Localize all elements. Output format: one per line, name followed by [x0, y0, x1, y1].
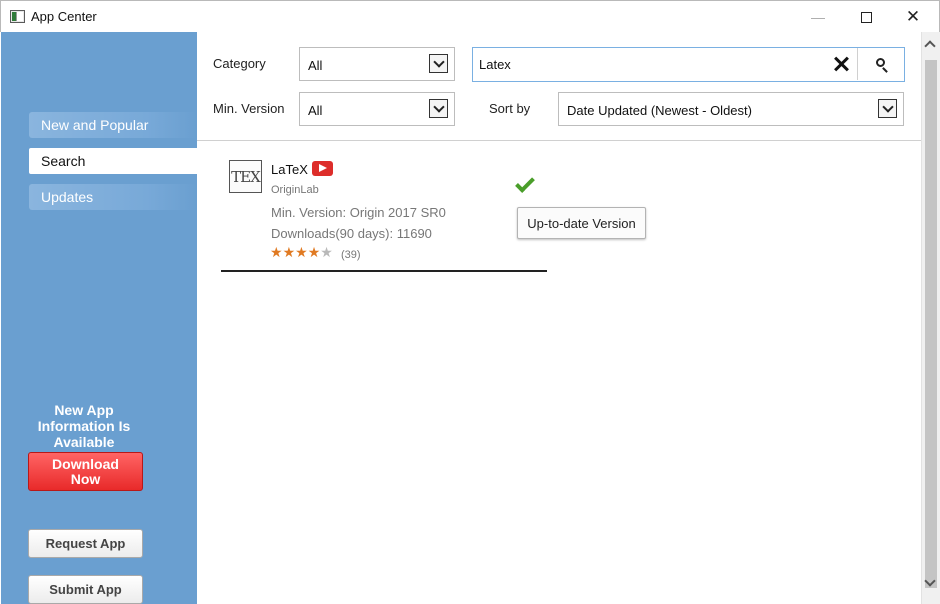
window-title: App Center [31, 9, 97, 24]
app-min-version: Min. Version: Origin 2017 SR0 [271, 205, 446, 220]
app-downloads: Downloads(90 days): 11690 [271, 226, 432, 241]
star-icon: ★ [307, 244, 321, 260]
maximize-button[interactable] [843, 1, 889, 33]
chevron-down-icon[interactable] [429, 99, 448, 118]
chevron-down-icon[interactable] [878, 99, 897, 118]
search-input[interactable] [479, 57, 819, 72]
star-icon: ★ [282, 244, 296, 260]
app-logo[interactable]: TEX [229, 160, 262, 193]
sidebar: New and Popular Search Updates New App I… [1, 32, 197, 604]
sidebar-item-updates[interactable]: Updates [29, 184, 197, 210]
minimize-button[interactable]: — [795, 1, 841, 33]
search-button[interactable] [857, 48, 903, 80]
chevron-down-icon[interactable] [429, 54, 448, 73]
min-version-label: Min. Version [213, 101, 285, 116]
star-icon: ★ [270, 244, 283, 260]
category-label: Category [213, 56, 266, 71]
min-version-select[interactable]: All [299, 92, 455, 126]
clear-icon[interactable] [831, 54, 851, 74]
search-box [472, 47, 905, 82]
sort-by-select[interactable]: Date Updated (Newest - Oldest) [558, 92, 904, 126]
sidebar-item-search[interactable]: Search [29, 148, 197, 174]
app-center-icon [10, 10, 25, 23]
up-to-date-button[interactable]: Up-to-date Version [517, 207, 646, 239]
request-app-button[interactable]: Request App [28, 529, 143, 558]
category-value: All [308, 58, 323, 73]
min-version-value: All [308, 103, 323, 118]
item-divider [221, 270, 547, 272]
close-button[interactable]: ✕ [890, 1, 936, 33]
scroll-up-icon[interactable] [924, 40, 936, 52]
sort-by-label: Sort by [489, 101, 531, 116]
sort-by-value: Date Updated (Newest - Oldest) [567, 103, 752, 118]
scrollbar-thumb[interactable] [925, 60, 937, 588]
sidebar-item-new-and-popular[interactable]: New and Popular [29, 112, 197, 138]
youtube-icon[interactable] [312, 161, 333, 176]
app-name[interactable]: LaTeX [271, 162, 308, 177]
submit-app-button[interactable]: Submit App [28, 575, 143, 604]
filter-divider [197, 140, 921, 141]
scrollbar[interactable] [921, 32, 940, 604]
new-app-notice: New App Information Is Available [37, 402, 131, 450]
rating-count: (39) [341, 249, 361, 261]
checkmark-icon [515, 173, 535, 193]
title-bar: App Center — ✕ [0, 0, 940, 32]
category-select[interactable]: All [299, 47, 455, 81]
maximize-icon [860, 11, 872, 23]
star-icon: ★ [320, 244, 333, 260]
search-icon [876, 58, 885, 67]
star-icon: ★ [295, 244, 308, 260]
download-now-button[interactable]: Download Now [28, 452, 143, 491]
app-author: OriginLab [271, 184, 319, 196]
star-rating: ★★★★★ [270, 244, 333, 261]
